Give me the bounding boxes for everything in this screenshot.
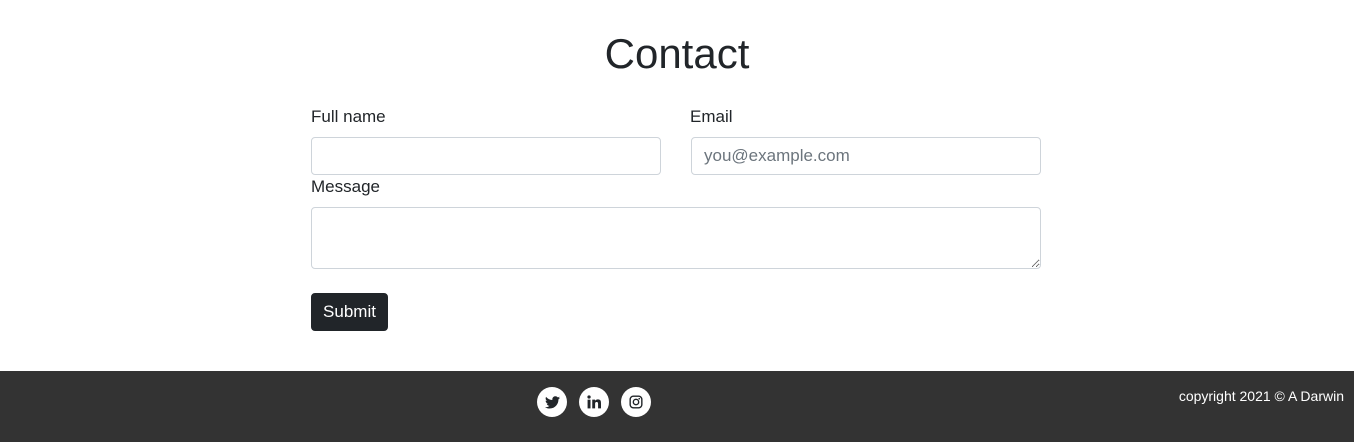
twitter-icon [544,395,560,409]
linkedin-icon [587,395,601,409]
full-name-label: Full name [311,107,386,126]
twitter-link[interactable] [537,387,567,417]
contact-page: Contact Full name Email Message Submit [0,0,1354,442]
instagram-icon [629,395,643,409]
footer: copyright 2021 © A Darwin [0,371,1354,442]
message-textarea[interactable] [311,207,1041,269]
linkedin-link[interactable] [579,387,609,417]
email-label: Email [690,107,733,126]
full-name-input[interactable] [311,137,661,175]
email-input[interactable] [691,137,1041,175]
submit-button[interactable]: Submit [311,293,388,331]
page-title: Contact [604,30,750,77]
instagram-link[interactable] [621,387,651,417]
message-label: Message [311,177,380,196]
copyright-text: copyright 2021 © A Darwin [1178,388,1344,404]
